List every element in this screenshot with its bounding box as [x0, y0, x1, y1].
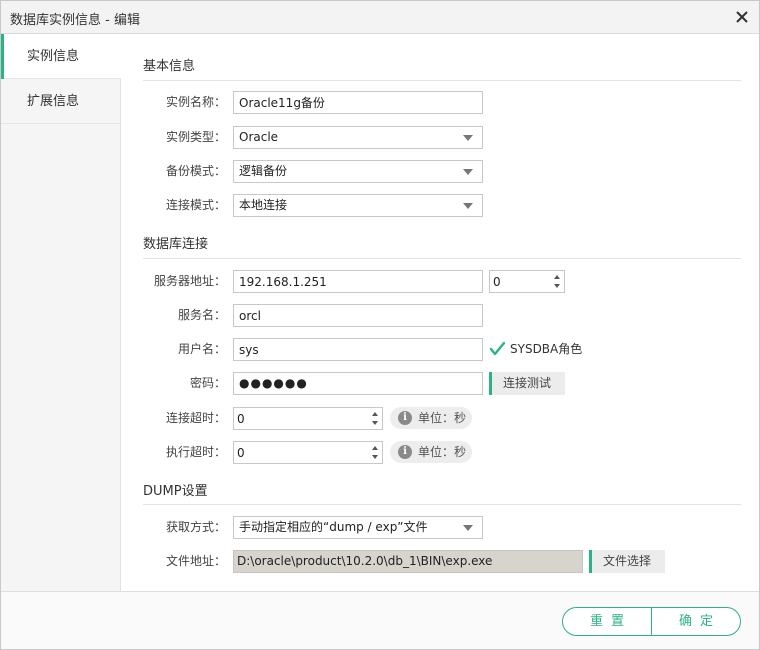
service-name-input[interactable]: [233, 304, 483, 327]
unit-text: 单位：秒: [418, 411, 467, 425]
instance-type-select[interactable]: Oracle: [233, 126, 483, 149]
connection-test-button[interactable]: 连接测试: [489, 372, 565, 395]
port-stepper[interactable]: [489, 270, 565, 293]
spin-up-icon[interactable]: [368, 443, 382, 453]
acquire-method-select[interactable]: 手动指定相应的“dump / exp”文件: [233, 516, 483, 539]
chevron-down-icon: [463, 135, 473, 141]
instance-type-label: 实例类型：: [165, 130, 226, 144]
dialog-footer: 重置 确定: [1, 591, 759, 649]
instance-name-input[interactable]: [233, 91, 483, 114]
sidebar: 实例信息 扩展信息: [1, 34, 121, 591]
backup-mode-select[interactable]: 逻辑备份: [233, 160, 483, 183]
chevron-down-icon: [463, 169, 473, 175]
spin-up-icon[interactable]: [550, 272, 564, 282]
server-address-input[interactable]: [233, 270, 483, 293]
file-select-button[interactable]: 文件选择: [589, 550, 665, 573]
section-divider: [143, 504, 741, 505]
sidebar-item-instance-info[interactable]: 实例信息: [1, 34, 121, 79]
connect-mode-select[interactable]: 本地连接: [233, 194, 483, 217]
backup-mode-value: 逻辑备份: [239, 164, 288, 178]
chevron-down-icon: [463, 203, 473, 209]
sidebar-item-extended-info[interactable]: 扩展信息: [1, 79, 120, 124]
sidebar-item-label: 扩展信息: [27, 94, 80, 109]
spin-down-icon[interactable]: [550, 282, 564, 292]
connect-timeout-unit: i 单位：秒: [390, 407, 472, 429]
reset-button[interactable]: 重置: [563, 608, 651, 635]
connect-mode-label: 连接模式：: [165, 198, 226, 212]
chevron-down-icon: [463, 525, 473, 531]
confirm-button[interactable]: 确定: [652, 608, 740, 635]
window-title: 数据库实例信息 - 编辑: [10, 13, 140, 28]
connect-timeout-label: 连接超时：: [165, 411, 226, 425]
close-icon[interactable]: [733, 8, 751, 26]
dialog: 数据库实例信息 - 编辑 实例信息 扩展信息 基本信息 实例名称： 实例类型： …: [0, 0, 760, 650]
connect-mode-value: 本地连接: [239, 198, 288, 212]
spin-down-icon[interactable]: [368, 419, 382, 429]
check-icon[interactable]: [489, 341, 505, 357]
backup-mode-label: 备份模式：: [165, 164, 226, 178]
spin-buttons: [368, 408, 382, 429]
sidebar-item-label: 实例信息: [27, 49, 80, 64]
password-input[interactable]: ●●●●●●: [233, 372, 483, 395]
spin-buttons: [550, 271, 564, 292]
password-label: 密码：: [189, 376, 226, 390]
service-name-label: 服务名：: [177, 308, 226, 322]
file-path-field: D:\oracle\product\10.2.0\db_1\BIN\exp.ex…: [233, 550, 583, 573]
connect-timeout-input[interactable]: [234, 408, 366, 429]
section-divider: [143, 80, 741, 81]
exec-timeout-unit: i 单位：秒: [390, 441, 472, 463]
file-path-label: 文件地址：: [165, 554, 226, 568]
exec-timeout-stepper[interactable]: [233, 441, 383, 464]
exec-timeout-label: 执行超时：: [165, 445, 226, 459]
spin-down-icon[interactable]: [368, 453, 382, 463]
port-input[interactable]: [490, 271, 548, 292]
exec-timeout-input[interactable]: [234, 442, 366, 463]
section-title-dump: DUMP设置: [143, 484, 208, 499]
spin-up-icon[interactable]: [368, 409, 382, 419]
unit-text: 单位：秒: [418, 445, 467, 459]
username-label: 用户名：: [177, 342, 226, 356]
info-icon: i: [398, 445, 412, 459]
section-title-basic: 基本信息: [143, 59, 196, 74]
username-input[interactable]: [233, 338, 483, 361]
server-address-label: 服务器地址：: [153, 274, 226, 288]
main-content: 基本信息 实例名称： 实例类型： Oracle 备份模式： 逻辑备份 连接模式：…: [121, 34, 759, 591]
sysdba-label[interactable]: SYSDBA角色: [510, 341, 582, 357]
title-bar: 数据库实例信息 - 编辑: [1, 1, 759, 34]
section-divider: [143, 258, 741, 259]
info-icon: i: [398, 411, 412, 425]
acquire-method-value: 手动指定相应的“dump / exp”文件: [239, 520, 428, 534]
footer-button-group: 重置 确定: [562, 607, 741, 636]
spin-buttons: [368, 442, 382, 463]
acquire-method-label: 获取方式：: [165, 520, 226, 534]
instance-type-value: Oracle: [239, 130, 279, 144]
instance-name-label: 实例名称：: [165, 95, 226, 109]
connect-timeout-stepper[interactable]: [233, 407, 383, 430]
section-title-db: 数据库连接: [143, 237, 209, 252]
